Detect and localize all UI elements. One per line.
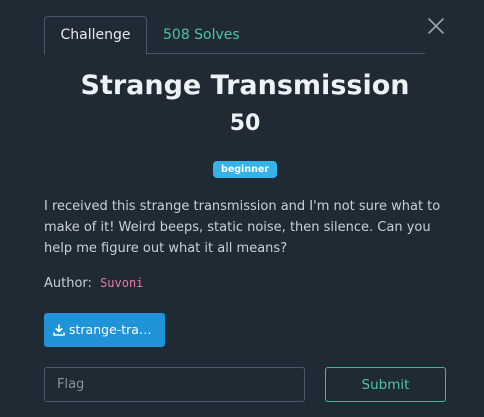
challenge-title: Strange Transmission xyxy=(80,70,410,101)
tab-challenge[interactable]: Challenge xyxy=(44,16,147,55)
close-icon[interactable] xyxy=(426,16,446,36)
challenge-points: 50 xyxy=(229,111,261,136)
download-icon xyxy=(53,324,65,336)
difficulty-badge: beginner xyxy=(213,161,277,178)
flag-input[interactable] xyxy=(44,367,305,402)
author-name: Suvoni xyxy=(100,276,144,290)
author-label: Author: xyxy=(44,276,92,291)
tab-bar: Challenge 508 Solves xyxy=(44,16,425,55)
download-file-label: strange-tra… xyxy=(69,322,152,337)
challenge-description: I received this strange transmission and… xyxy=(44,199,441,256)
download-file-button[interactable]: strange-tra… xyxy=(44,313,165,347)
submit-button[interactable]: Submit xyxy=(325,367,446,402)
tab-solves[interactable]: 508 Solves xyxy=(163,16,240,54)
author-line: Author: Suvoni xyxy=(44,276,143,291)
